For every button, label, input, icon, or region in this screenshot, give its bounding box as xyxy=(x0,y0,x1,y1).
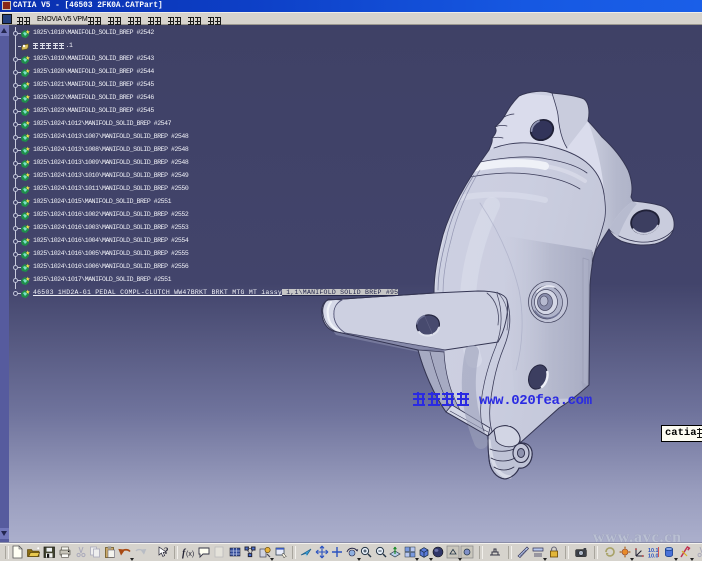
svg-text:?: ? xyxy=(164,546,169,556)
svg-text:10.0: 10.0 xyxy=(648,554,659,559)
svg-text:(x): (x) xyxy=(186,551,194,558)
